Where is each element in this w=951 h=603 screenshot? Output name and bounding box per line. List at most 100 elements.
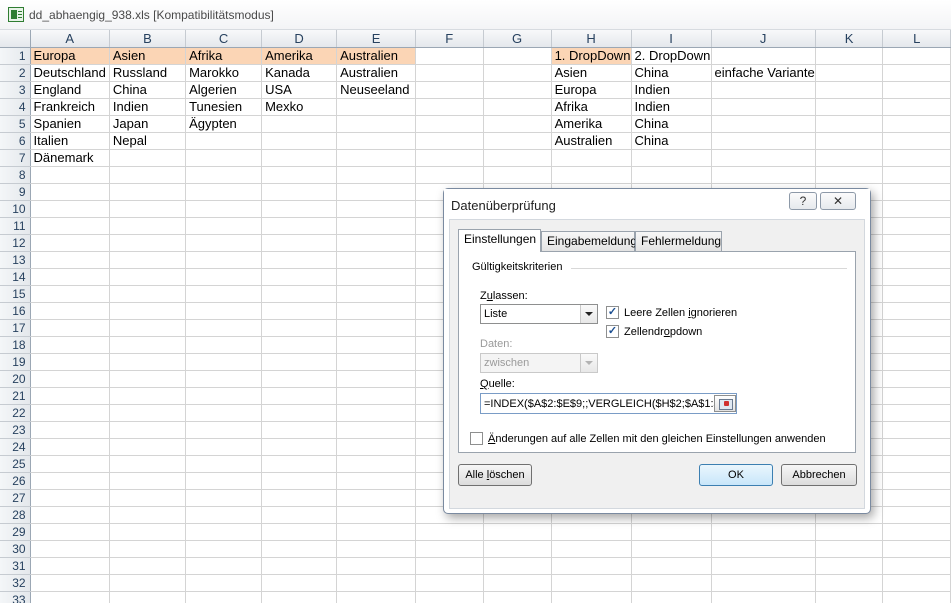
cell[interactable] <box>30 217 110 235</box>
cell[interactable] <box>261 523 338 541</box>
cell[interactable] <box>185 234 263 252</box>
cell[interactable] <box>336 183 416 201</box>
cell[interactable] <box>483 166 552 184</box>
cell[interactable] <box>30 455 110 473</box>
cell[interactable] <box>336 234 416 252</box>
cell[interactable] <box>415 47 484 65</box>
cell[interactable]: Asien <box>551 64 632 82</box>
cell[interactable] <box>30 200 110 218</box>
cell[interactable] <box>815 115 884 133</box>
cell[interactable]: Russland <box>109 64 187 82</box>
tab-einstellungen[interactable]: Einstellungen <box>458 229 541 252</box>
cell[interactable] <box>415 557 484 575</box>
cell[interactable] <box>483 132 552 150</box>
cell[interactable] <box>483 81 552 99</box>
cell[interactable] <box>109 251 187 269</box>
cell[interactable] <box>336 98 416 116</box>
cell[interactable] <box>261 234 338 252</box>
cell[interactable] <box>336 285 416 303</box>
row-header[interactable]: 10 <box>0 200 31 218</box>
cell[interactable] <box>185 523 263 541</box>
row-header[interactable]: 9 <box>0 183 31 201</box>
cell[interactable] <box>185 336 263 354</box>
clear-all-button[interactable]: Alle löschen <box>458 464 532 486</box>
cell[interactable] <box>815 132 884 150</box>
cell[interactable]: einfache Variante <box>711 64 816 82</box>
cell[interactable] <box>336 506 416 524</box>
cell[interactable] <box>185 353 263 371</box>
cell[interactable] <box>185 455 263 473</box>
cell[interactable] <box>882 387 951 405</box>
cell[interactable] <box>336 421 416 439</box>
cell[interactable] <box>185 183 263 201</box>
cell[interactable]: China <box>631 132 712 150</box>
row-header[interactable]: 29 <box>0 523 31 541</box>
row-header[interactable]: 6 <box>0 132 31 150</box>
cell[interactable]: Afrika <box>185 47 263 65</box>
cell[interactable] <box>631 591 712 603</box>
cell[interactable] <box>261 387 338 405</box>
collapse-dialog-button[interactable] <box>714 395 736 412</box>
cell[interactable] <box>30 404 110 422</box>
cell[interactable] <box>882 455 951 473</box>
cell[interactable]: China <box>109 81 187 99</box>
cell[interactable]: China <box>631 64 712 82</box>
cell[interactable] <box>882 591 951 603</box>
cell[interactable] <box>336 591 416 603</box>
cell[interactable]: Australien <box>336 64 416 82</box>
cell[interactable]: Indien <box>109 98 187 116</box>
cell[interactable] <box>415 115 484 133</box>
cell[interactable] <box>711 523 816 541</box>
cell[interactable] <box>109 472 187 490</box>
cell[interactable]: Indien <box>631 98 712 116</box>
cell[interactable]: Nepal <box>109 132 187 150</box>
cell[interactable] <box>336 404 416 422</box>
cell[interactable] <box>30 370 110 388</box>
cell[interactable] <box>185 421 263 439</box>
cell[interactable] <box>109 166 187 184</box>
row-header[interactable]: 31 <box>0 557 31 575</box>
cell[interactable] <box>30 506 110 524</box>
cell[interactable] <box>336 472 416 490</box>
cell[interactable] <box>815 64 884 82</box>
cell[interactable] <box>415 98 484 116</box>
column-header[interactable]: D <box>261 30 338 48</box>
cell[interactable] <box>882 234 951 252</box>
cell[interactable] <box>711 557 816 575</box>
cell[interactable] <box>109 149 187 167</box>
column-header[interactable]: H <box>551 30 632 48</box>
close-button[interactable]: ✕ <box>820 192 856 210</box>
cell[interactable]: Asien <box>109 47 187 65</box>
cell[interactable] <box>551 166 632 184</box>
row-header[interactable]: 26 <box>0 472 31 490</box>
cell[interactable] <box>711 98 816 116</box>
cell[interactable] <box>336 574 416 592</box>
cell[interactable] <box>336 353 416 371</box>
cell[interactable]: Italien <box>30 132 110 150</box>
column-header[interactable]: J <box>711 30 816 48</box>
cell[interactable] <box>631 540 712 558</box>
cell[interactable] <box>109 404 187 422</box>
cell[interactable] <box>711 574 816 592</box>
cell[interactable] <box>631 557 712 575</box>
cell[interactable] <box>882 285 951 303</box>
cell[interactable] <box>336 166 416 184</box>
cell[interactable] <box>185 472 263 490</box>
cell[interactable]: Amerika <box>261 47 338 65</box>
cell[interactable] <box>30 574 110 592</box>
cell[interactable] <box>30 523 110 541</box>
row-header[interactable]: 16 <box>0 302 31 320</box>
cell[interactable] <box>185 574 263 592</box>
cell[interactable] <box>261 268 338 286</box>
cell[interactable] <box>882 251 951 269</box>
cell[interactable] <box>261 285 338 303</box>
cell[interactable] <box>815 81 884 99</box>
help-button[interactable]: ? <box>789 192 817 210</box>
cell[interactable] <box>185 591 263 603</box>
cell[interactable] <box>882 47 951 65</box>
cell[interactable] <box>261 540 338 558</box>
row-header[interactable]: 21 <box>0 387 31 405</box>
row-header[interactable]: 7 <box>0 149 31 167</box>
row-header[interactable]: 12 <box>0 234 31 252</box>
cell[interactable]: Amerika <box>551 115 632 133</box>
